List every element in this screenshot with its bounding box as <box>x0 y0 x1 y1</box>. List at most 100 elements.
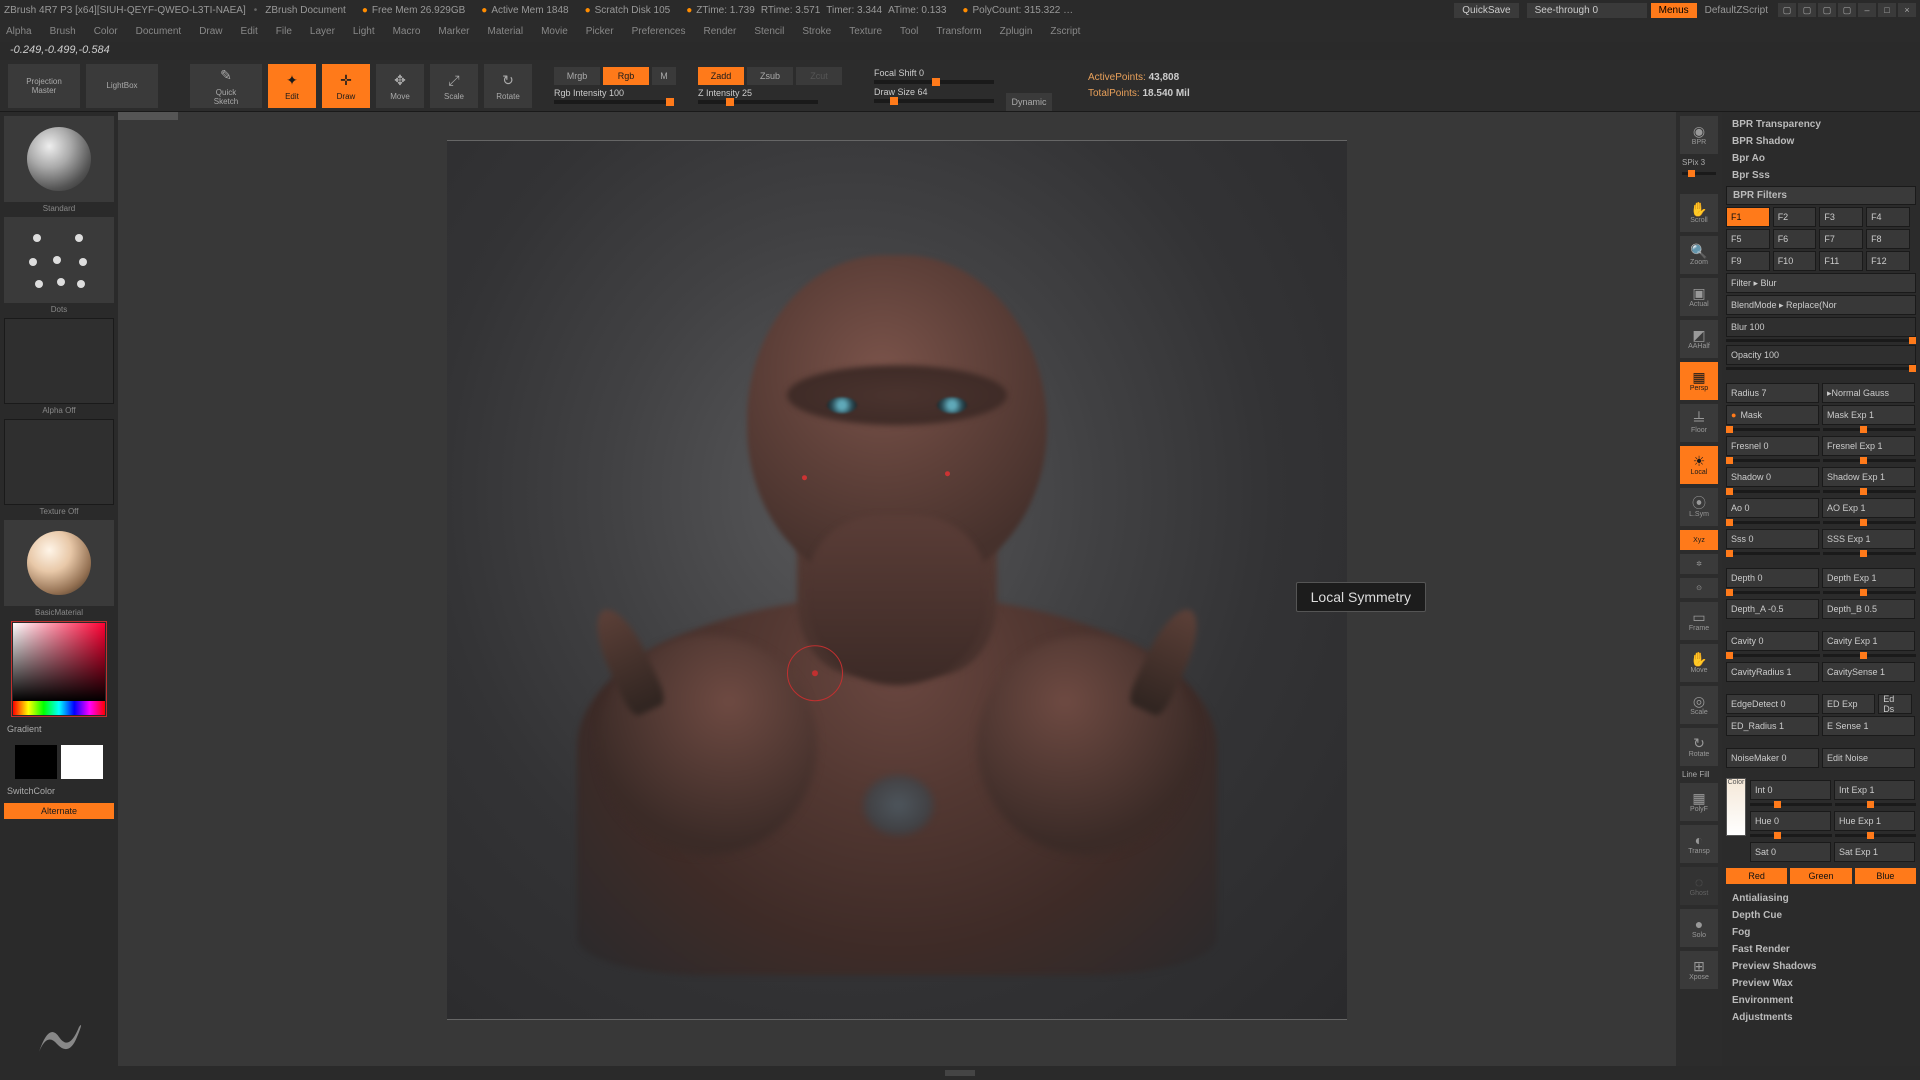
f1-button[interactable]: F1 <box>1726 207 1770 227</box>
header-fastrender[interactable]: Fast Render <box>1726 941 1916 958</box>
z-intensity-slider[interactable]: Z Intensity 25 <box>698 88 842 104</box>
menu-material[interactable]: Material <box>488 26 524 37</box>
cavity-slider[interactable]: Cavity 0 <box>1726 631 1819 651</box>
window-button-1[interactable]: ▢ <box>1778 3 1796 17</box>
f7-button[interactable]: F7 <box>1819 229 1863 249</box>
maximize-button[interactable]: □ <box>1878 3 1896 17</box>
cavity-radius-slider[interactable]: CavityRadius 1 <box>1726 662 1819 682</box>
menu-movie[interactable]: Movie <box>541 26 568 37</box>
menu-stencil[interactable]: Stencil <box>754 26 784 37</box>
menu-macro[interactable]: Macro <box>393 26 421 37</box>
header-fog[interactable]: Fog <box>1726 924 1916 941</box>
ao-exp-slider[interactable]: AO Exp 1 <box>1822 498 1915 518</box>
menu-alpha[interactable]: Alpha <box>6 26 32 37</box>
header-pwax[interactable]: Preview Wax <box>1726 975 1916 992</box>
fresnel-exp-slider[interactable]: Fresnel Exp 1 <box>1822 436 1915 456</box>
window-button-4[interactable]: ▢ <box>1838 3 1856 17</box>
menu-picker[interactable]: Picker <box>586 26 614 37</box>
rgb-intensity-slider[interactable]: Rgb Intensity 100 <box>554 88 676 104</box>
z-button[interactable]: ⊙ <box>1680 578 1718 598</box>
default-zscript[interactable]: DefaultZScript <box>1697 3 1776 18</box>
ed-ds-button[interactable]: Ed Ds <box>1878 694 1912 714</box>
y-button[interactable]: ✲ <box>1680 554 1718 574</box>
bpr-button[interactable]: ◉BPR <box>1680 116 1718 154</box>
frame-button[interactable]: ▭Frame <box>1680 602 1718 640</box>
xyz-button[interactable]: Xyz <box>1680 530 1718 550</box>
local-button[interactable]: ☀Local <box>1680 446 1718 484</box>
sat-exp-slider[interactable]: Sat Exp 1 <box>1834 842 1915 862</box>
cavity-sense-slider[interactable]: CavitySense 1 <box>1822 662 1915 682</box>
depth-slider[interactable]: Depth 0 <box>1726 568 1819 588</box>
f10-button[interactable]: F10 <box>1773 251 1817 271</box>
hue-strip[interactable] <box>13 701 105 715</box>
menu-marker[interactable]: Marker <box>438 26 469 37</box>
ed-radius-slider[interactable]: ED_Radius 1 <box>1726 716 1819 736</box>
spix-label[interactable]: SPix 3 <box>1680 158 1718 167</box>
blur-slider[interactable]: Blur 100 <box>1726 317 1916 337</box>
edgedetect-slider[interactable]: EdgeDetect 0 <box>1726 694 1819 714</box>
window-button-2[interactable]: ▢ <box>1798 3 1816 17</box>
sss-exp-slider[interactable]: SSS Exp 1 <box>1822 529 1915 549</box>
menu-draw[interactable]: Draw <box>199 26 222 37</box>
depth-b-slider[interactable]: Depth_B 0.5 <box>1822 599 1915 619</box>
red-button[interactable]: Red <box>1726 868 1787 884</box>
rgb-button[interactable]: Rgb <box>603 67 649 85</box>
xpose-button[interactable]: ⊞Xpose <box>1680 951 1718 989</box>
move-nav-button[interactable]: ✋Move <box>1680 644 1718 682</box>
gradient-button[interactable]: Gradient <box>4 721 114 737</box>
edit-noise-button[interactable]: Edit Noise <box>1822 748 1915 768</box>
filter-select[interactable]: Filter ▸ Blur <box>1726 273 1916 293</box>
int-slider[interactable]: Int 0 <box>1750 780 1831 800</box>
m-button[interactable]: M <box>652 67 676 85</box>
f6-button[interactable]: F6 <box>1773 229 1817 249</box>
draw-size-slider[interactable]: Draw Size 64 <box>874 87 994 103</box>
menu-edit[interactable]: Edit <box>241 26 258 37</box>
color-picker-box[interactable] <box>11 621 107 717</box>
zadd-button[interactable]: Zadd <box>698 67 744 85</box>
swatch-white[interactable] <box>61 745 103 779</box>
menu-brush[interactable]: Brush <box>50 26 76 37</box>
blue-button[interactable]: Blue <box>1855 868 1916 884</box>
window-button-3[interactable]: ▢ <box>1818 3 1836 17</box>
noisemaker-slider[interactable]: NoiseMaker 0 <box>1726 748 1819 768</box>
blendmode-select[interactable]: BlendMode ▸ Replace(Nor <box>1726 295 1916 315</box>
header-sss[interactable]: Bpr Sss <box>1726 167 1916 184</box>
alternate-button[interactable]: Alternate <box>4 803 114 819</box>
projection-master-button[interactable]: Projection Master <box>8 64 80 108</box>
material-thumbnail[interactable] <box>4 520 114 606</box>
menu-render[interactable]: Render <box>704 26 737 37</box>
f11-button[interactable]: F11 <box>1819 251 1863 271</box>
sss-slider[interactable]: Sss 0 <box>1726 529 1819 549</box>
zsub-button[interactable]: Zsub <box>747 67 793 85</box>
canvas-area[interactable]: Local Symmetry <box>118 112 1676 1066</box>
color-picker[interactable] <box>13 623 105 701</box>
hue-slider[interactable]: Hue 0 <box>1750 811 1831 831</box>
canvas-handle[interactable] <box>118 112 178 120</box>
opacity-slider[interactable]: Opacity 100 <box>1726 345 1916 365</box>
mask-slider[interactable]: ●Mask <box>1726 405 1819 425</box>
menu-color[interactable]: Color <box>94 26 118 37</box>
header-pshadows[interactable]: Preview Shadows <box>1726 958 1916 975</box>
solo-button[interactable]: ●Solo <box>1680 909 1718 947</box>
f9-button[interactable]: F9 <box>1726 251 1770 271</box>
header-shadow[interactable]: BPR Shadow <box>1726 133 1916 150</box>
actual-button[interactable]: ▣Actual <box>1680 278 1718 316</box>
quicksketch-button[interactable]: ✎Quick Sketch <box>190 64 262 108</box>
minimize-button[interactable]: – <box>1858 3 1876 17</box>
move-button[interactable]: ✥Move <box>376 64 424 108</box>
persp-button[interactable]: ▦Persp <box>1680 362 1718 400</box>
shadow-exp-slider[interactable]: Shadow Exp 1 <box>1822 467 1915 487</box>
rotate-nav-button[interactable]: ↻Rotate <box>1680 728 1718 766</box>
menu-texture[interactable]: Texture <box>849 26 882 37</box>
green-button[interactable]: Green <box>1790 868 1851 884</box>
menu-zplugin[interactable]: Zplugin <box>1000 26 1033 37</box>
header-depthcue[interactable]: Depth Cue <box>1726 907 1916 924</box>
ed-exp-slider[interactable]: ED Exp <box>1822 694 1875 714</box>
close-button[interactable]: × <box>1898 3 1916 17</box>
menu-preferences[interactable]: Preferences <box>632 26 686 37</box>
menu-stroke[interactable]: Stroke <box>802 26 831 37</box>
sat-slider[interactable]: Sat 0 <box>1750 842 1831 862</box>
cavity-exp-slider[interactable]: Cavity Exp 1 <box>1822 631 1915 651</box>
switchcolor-button[interactable]: SwitchColor <box>4 783 114 799</box>
focal-shift-slider[interactable]: Focal Shift 0 <box>874 68 994 84</box>
